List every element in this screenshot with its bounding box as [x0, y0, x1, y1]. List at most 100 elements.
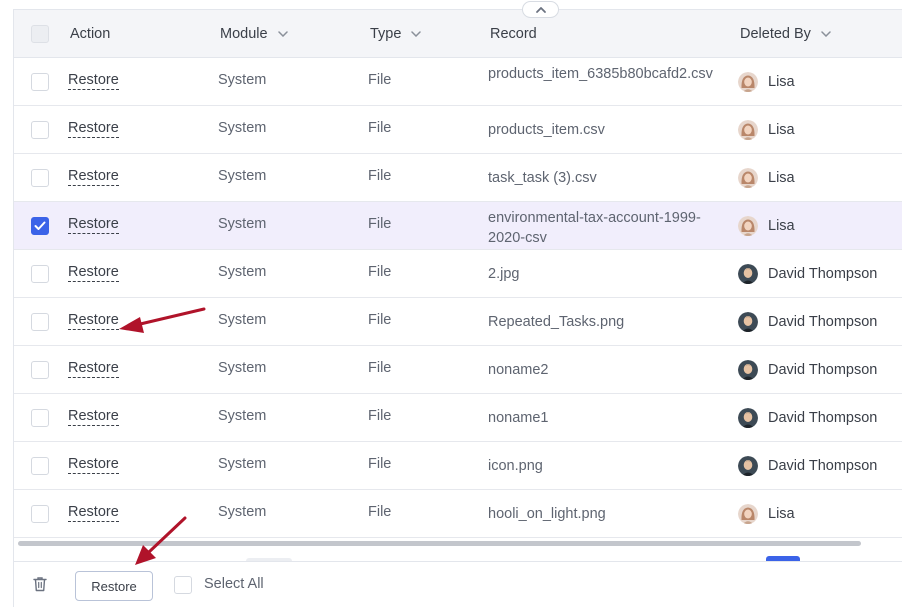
deleted-by-cell: David Thompson [738, 408, 877, 428]
column-label: Type [370, 26, 402, 42]
row-checkbox[interactable] [31, 265, 49, 283]
action-cell: Restore [68, 216, 119, 234]
select-all-checkbox[interactable] [174, 576, 192, 594]
type-cell: File [368, 456, 392, 472]
table-row[interactable]: Restore System File environmental-tax-accou… [14, 202, 902, 250]
select-all-header-checkbox[interactable] [31, 25, 49, 43]
deleted-by-cell: David Thompson [738, 360, 877, 380]
row-checkbox[interactable] [31, 409, 49, 427]
module-cell: System [218, 72, 267, 88]
avatar [738, 312, 758, 332]
select-all-label: Select All [204, 576, 264, 592]
deleted-by-cell: Lisa [738, 72, 795, 92]
table-row[interactable]: Restore System File products_item_6385b80bc… [14, 58, 902, 106]
row-checkbox[interactable] [31, 121, 49, 139]
restore-link[interactable]: Restore [68, 408, 119, 426]
module-cell: System [218, 216, 267, 232]
chevron-down-icon [821, 31, 831, 37]
user-name: David Thompson [768, 314, 878, 330]
record-cell: 2.jpg [488, 266, 520, 282]
restore-link[interactable]: Restore [68, 264, 119, 282]
record-cell: Repeated_Tasks.png [488, 314, 625, 330]
user-name: Lisa [768, 170, 795, 186]
type-cell: File [368, 264, 392, 280]
restore-link[interactable]: Restore [68, 504, 119, 522]
type-cell: File [368, 216, 392, 232]
column-header-deleted-by[interactable]: Deleted By [740, 10, 831, 58]
table-row[interactable]: Restore System File products_item.csv Lisa [14, 106, 902, 154]
restore-link[interactable]: Restore [68, 360, 119, 378]
record-cell: environmental-tax-account-1999-2020-csv [488, 210, 701, 246]
bulk-restore-button[interactable]: Restore [75, 571, 153, 601]
action-cell: Restore [68, 360, 119, 378]
table-row[interactable]: Restore System File noname1 David Thompson [14, 394, 902, 442]
type-cell: File [368, 408, 392, 424]
deleted-by-cell: Lisa [738, 216, 795, 236]
avatar [738, 72, 758, 92]
restore-link[interactable]: Restore [68, 312, 119, 330]
module-cell: System [218, 504, 267, 520]
column-header-module[interactable]: Module [220, 10, 288, 58]
deleted-by-cell: Lisa [738, 120, 795, 140]
table-row[interactable]: Restore System File hooli_on_light.png Lisa [14, 490, 902, 538]
user-name: Lisa [768, 218, 795, 234]
action-cell: Restore [68, 504, 119, 522]
type-cell: File [368, 504, 392, 520]
checkmark-icon [34, 221, 46, 230]
user-name: David Thompson [768, 362, 878, 378]
deleted-by-cell: Lisa [738, 504, 795, 524]
module-cell: System [218, 264, 267, 280]
table-row[interactable]: Restore System File icon.png David Thompson [14, 442, 902, 490]
record-cell: products_item_6385b80bcafd2.csv [488, 66, 713, 82]
module-cell: System [218, 168, 267, 184]
scrollbar-thumb[interactable] [18, 541, 861, 546]
user-name: Lisa [768, 74, 795, 90]
table-row[interactable]: Restore System File 2.jpg David Thompson [14, 250, 902, 298]
deleted-by-cell: David Thompson [738, 264, 877, 284]
row-checkbox[interactable] [31, 313, 49, 331]
restore-link[interactable]: Restore [68, 456, 119, 474]
collapse-toggle-button[interactable] [522, 1, 559, 18]
row-checkbox[interactable] [31, 361, 49, 379]
user-name: David Thompson [768, 266, 878, 282]
type-cell: File [368, 312, 392, 328]
restore-link[interactable]: Restore [68, 120, 119, 138]
action-cell: Restore [68, 120, 119, 138]
record-cell: hooli_on_light.png [488, 506, 606, 522]
type-cell: File [368, 360, 392, 376]
record-cell: task_task (3).csv [488, 170, 597, 186]
bulk-action-bar: Restore Select All [14, 561, 902, 607]
type-cell: File [368, 120, 392, 136]
avatar [738, 168, 758, 188]
type-cell: File [368, 72, 392, 88]
trash-icon[interactable] [33, 576, 47, 592]
column-header-type[interactable]: Type [370, 10, 422, 58]
row-checkbox[interactable] [31, 73, 49, 91]
avatar [738, 456, 758, 476]
record-cell: noname1 [488, 410, 549, 426]
table-row[interactable]: Restore System File noname2 David Thompson [14, 346, 902, 394]
column-label: Action [70, 26, 111, 42]
restore-link[interactable]: Restore [68, 72, 119, 90]
table-row[interactable]: Restore System File task_task (3).csv Lisa [14, 154, 902, 202]
chevron-up-icon [535, 6, 546, 13]
module-cell: System [218, 120, 267, 136]
row-checkbox[interactable] [31, 169, 49, 187]
restore-link[interactable]: Restore [68, 168, 119, 186]
action-cell: Restore [68, 312, 119, 330]
deleted-by-cell: Lisa [738, 168, 795, 188]
action-cell: Restore [68, 456, 119, 474]
row-checkbox[interactable] [31, 505, 49, 523]
record-cell: icon.png [488, 458, 543, 474]
row-checkbox[interactable] [31, 217, 49, 235]
row-checkbox[interactable] [31, 457, 49, 475]
user-name: David Thompson [768, 458, 878, 474]
table-header: Action Module Type Record Deleted By [14, 10, 902, 58]
table-row[interactable]: Restore System File Repeated_Tasks.png David… [14, 298, 902, 346]
restore-link[interactable]: Restore [68, 216, 119, 234]
user-name: Lisa [768, 506, 795, 522]
avatar [738, 360, 758, 380]
module-cell: System [218, 312, 267, 328]
record-cell: products_item.csv [488, 122, 605, 138]
module-cell: System [218, 408, 267, 424]
